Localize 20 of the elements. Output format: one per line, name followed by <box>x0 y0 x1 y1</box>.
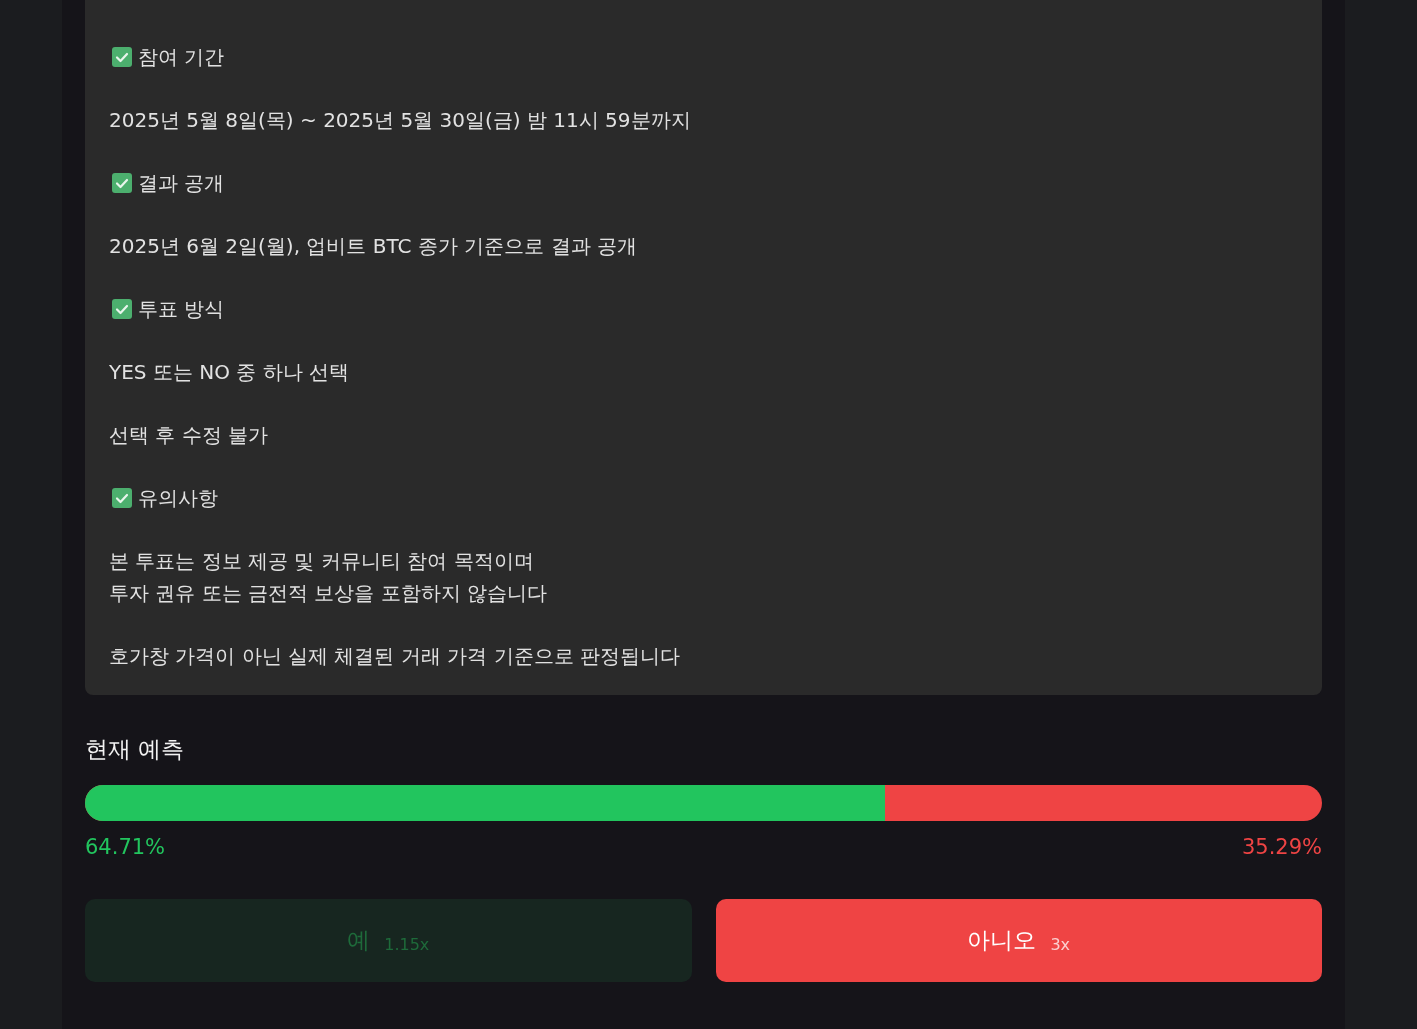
notice-text: 선택 후 수정 불가 <box>109 423 269 447</box>
yes-percent: 64.71% <box>85 834 166 861</box>
prediction-title: 현재 예측 <box>85 736 185 762</box>
notice-text: 2025년 5월 8일(목) ~ 2025년 5월 30일(금) 밤 11시 59분까지 <box>109 108 691 132</box>
section-heading: 투표 방식 <box>138 295 225 323</box>
section-heading: 결과 공개 <box>138 169 225 197</box>
section-heading: 유의사항 <box>138 484 218 512</box>
checkbox-icon <box>112 299 132 319</box>
notice-text: 투자 권유 또는 금전적 보상을 포함하지 않습니다 <box>109 581 548 605</box>
notice-text: 본 투표는 정보 제공 및 커뮤니티 참여 목적이며 <box>109 549 534 573</box>
checkbox-icon <box>112 488 132 508</box>
notice-text: 호가창 가격이 아닌 실제 체결된 거래 가격 기준으로 판정됩니다 <box>109 644 680 668</box>
checkbox-icon <box>112 173 132 193</box>
checkbox-icon <box>112 47 132 67</box>
section-heading: 참여 기간 <box>138 43 225 71</box>
notice-text: YES 또는 NO 중 하나 선택 <box>109 360 350 384</box>
yes-button[interactable]: 예 1.15x <box>85 899 692 982</box>
notice-text: 2025년 6월 2일(월), 업비트 BTC 종가 기준으로 결과 공개 <box>109 234 637 258</box>
no-button[interactable]: 아니오 3x <box>715 899 1322 982</box>
no-percent: 35.29% <box>1241 834 1322 861</box>
